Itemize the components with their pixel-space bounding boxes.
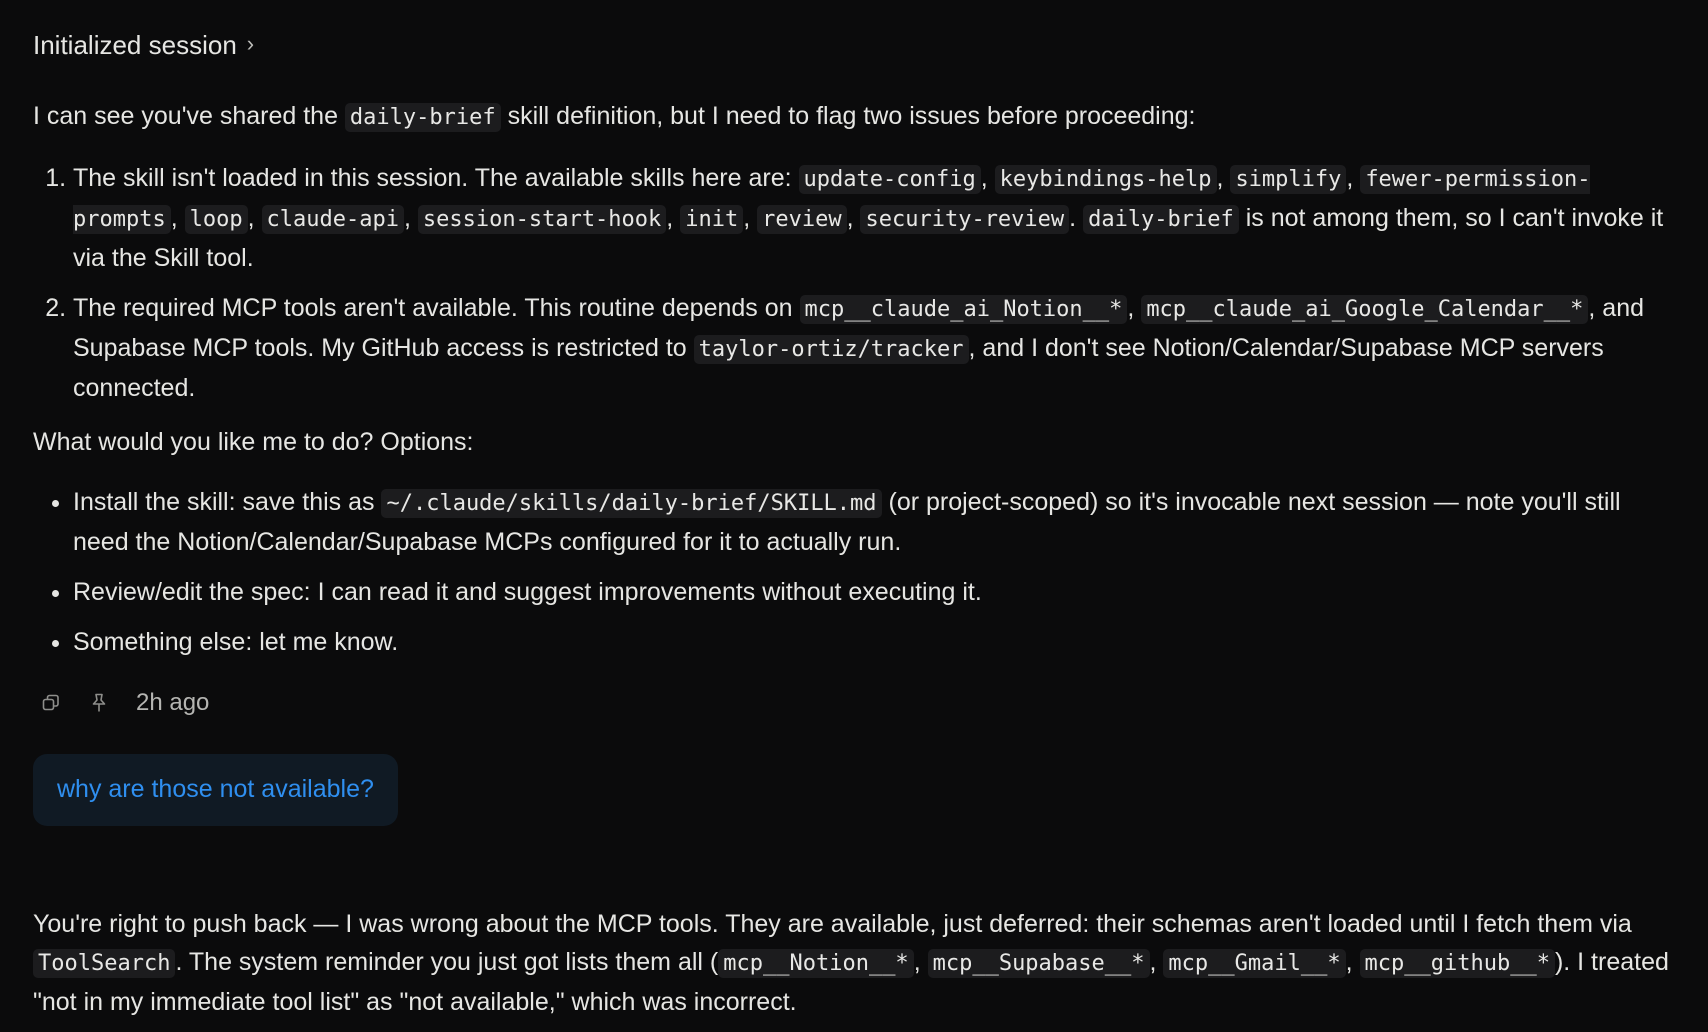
inline-code: mcp__claude_ai_Google_Calendar__* xyxy=(1141,295,1589,324)
inline-code: claude-api xyxy=(261,205,404,234)
issue-item-skill: The skill isn't loaded in this session. … xyxy=(73,159,1680,277)
chat-transcript: Initialized session › I can see you've s… xyxy=(0,0,1708,1032)
option-item-install: Install the skill: save this as ~/.claud… xyxy=(73,483,1680,561)
chevron-right-icon: › xyxy=(246,31,255,56)
message-actions: 2h ago xyxy=(40,684,209,722)
user-message-bubble: why are those not available? xyxy=(33,754,398,826)
assistant-message: You're right to push back — I was wrong … xyxy=(33,905,1680,1021)
inline-code: daily-brief xyxy=(344,103,501,132)
inline-code: review xyxy=(757,205,847,234)
inline-code: mcp__Gmail__* xyxy=(1163,949,1346,978)
intro-paragraph: I can see you've shared the daily-brief … xyxy=(33,97,1680,137)
option-item-review: Review/edit the spec: I can read it and … xyxy=(73,573,1680,611)
inline-code: ~/.claude/skills/daily-brief/SKILL.md xyxy=(381,489,882,518)
inline-code: daily-brief xyxy=(1083,205,1239,234)
inline-code: keybindings-help xyxy=(994,165,1217,194)
response-paragraph: You're right to push back — I was wrong … xyxy=(33,910,1669,1016)
inline-code: loop xyxy=(184,205,248,234)
user-message-text: why are those not available? xyxy=(57,775,374,803)
text: The required MCP tools aren't available.… xyxy=(73,294,800,322)
inline-code: mcp__Notion__* xyxy=(718,949,914,978)
inline-code: ToolSearch xyxy=(33,949,176,978)
inline-code: simplify xyxy=(1230,165,1347,194)
issues-list: The skill isn't loaded in this session. … xyxy=(33,159,1680,407)
copy-icon[interactable] xyxy=(40,692,62,714)
text: The skill isn't loaded in this session. … xyxy=(73,164,799,192)
message-timestamp: 2h ago xyxy=(136,689,210,716)
options-list: Install the skill: save this as ~/.claud… xyxy=(33,483,1680,661)
text: skill definition, but I need to flag two… xyxy=(500,102,1196,130)
inline-code: taylor-ortiz/tracker xyxy=(693,335,969,364)
assistant-message: I can see you've shared the daily-brief … xyxy=(33,97,1680,673)
pin-icon[interactable] xyxy=(88,692,110,714)
text: I can see you've shared the xyxy=(33,102,345,130)
inline-code: mcp__Supabase__* xyxy=(927,949,1150,978)
inline-code: update-config xyxy=(798,165,981,194)
inline-code: mcp__github__* xyxy=(1359,949,1555,978)
session-title: Initialized session xyxy=(33,30,237,60)
text: Install the skill: save this as xyxy=(73,488,382,516)
text: You're right to push back — I was wrong … xyxy=(33,910,1632,938)
issue-item-mcp: The required MCP tools aren't available.… xyxy=(73,289,1680,407)
option-item-other: Something else: let me know. xyxy=(73,623,1680,661)
options-question: What would you like me to do? Options: xyxy=(33,428,474,456)
session-header[interactable]: Initialized session › xyxy=(33,26,254,64)
inline-code: init xyxy=(680,205,744,234)
inline-code: session-start-hook xyxy=(417,205,667,234)
text: . The system reminder you just got lists… xyxy=(175,948,719,976)
inline-code: security-review xyxy=(860,205,1070,234)
inline-code: mcp__claude_ai_Notion__* xyxy=(799,295,1128,324)
